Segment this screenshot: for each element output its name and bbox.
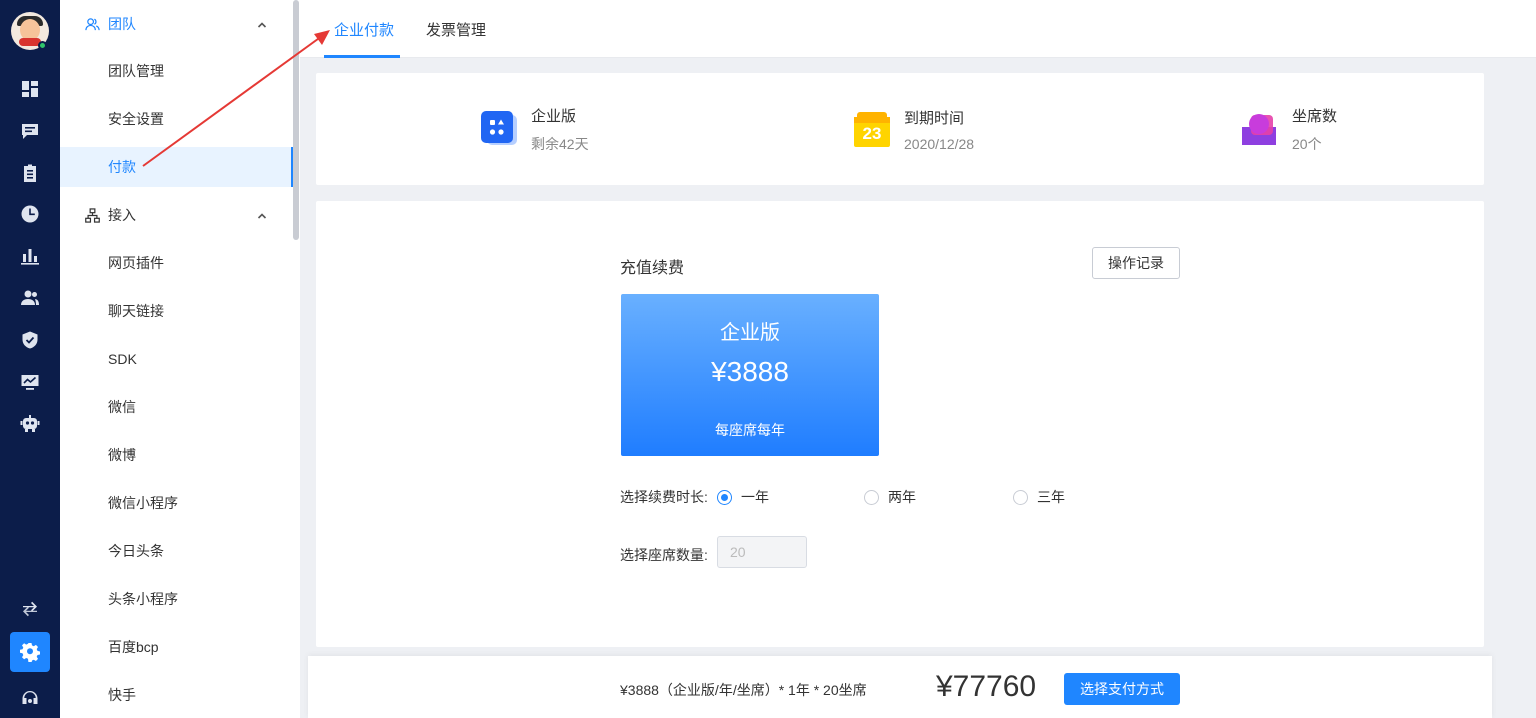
online-status-dot xyxy=(38,41,47,50)
seat-icon xyxy=(1242,111,1278,147)
settings-menu: 团队 团队管理 安全设置 付款 接入 网页插件 聊天链接 SDK 微信 微博 微… xyxy=(60,0,300,718)
duration-label: 选择续费时长: xyxy=(620,489,708,505)
duration-radio-two-years[interactable]: 两年 xyxy=(864,487,916,507)
settings-icon[interactable] xyxy=(19,641,41,663)
stat-edition-remaining: 剩余42天 xyxy=(531,135,589,152)
monitor-icon[interactable] xyxy=(19,371,41,393)
menu-group-team-label: 团队 xyxy=(108,16,136,32)
stat-seats-count: 20个 xyxy=(1292,135,1322,152)
headset-icon[interactable] xyxy=(19,688,41,710)
plan-price: ¥3888 xyxy=(711,356,789,387)
duration-option-label: 三年 xyxy=(1037,489,1065,505)
menu-group-team[interactable]: 团队 xyxy=(60,0,293,48)
operation-history-button[interactable]: 操作记录 xyxy=(1092,247,1180,279)
stat-edition: 企业版 剩余42天 xyxy=(481,73,589,185)
network-icon xyxy=(84,207,100,223)
top-tab-bar: 企业付款 发票管理 xyxy=(300,0,1536,58)
icon-rail xyxy=(0,0,60,718)
clipboard-icon[interactable] xyxy=(19,162,41,184)
menu-item-kuaishou[interactable]: 快手 xyxy=(60,675,293,715)
recharge-panel: 充值续费 操作记录 企业版 ¥3888 每座席每年 选择续费时长: 一年 两年 … xyxy=(316,201,1484,647)
payment-footer: ¥3888（企业版/年/坐席）* 1年 * 20坐席 ¥77760 选择支付方式 xyxy=(308,656,1492,718)
menu-item-wechat[interactable]: 微信 xyxy=(60,387,293,427)
menu-item-web-plugin[interactable]: 网页插件 xyxy=(60,243,293,283)
menu-group-access-label: 接入 xyxy=(108,207,136,223)
price-formula: ¥3888（企业版/年/坐席）* 1年 * 20坐席 xyxy=(620,682,867,698)
recharge-title: 充值续费 xyxy=(620,260,685,277)
chevron-up-icon xyxy=(257,17,269,29)
calendar-day: 23 xyxy=(862,124,882,143)
team-icon xyxy=(84,16,100,32)
chevron-up-icon xyxy=(257,208,269,220)
app-grid-icon xyxy=(481,111,517,147)
menu-scrollbar[interactable] xyxy=(293,0,299,240)
chat-icon[interactable] xyxy=(19,120,41,142)
shield-icon[interactable] xyxy=(19,329,41,351)
stat-seats-label: 坐席数 xyxy=(1292,107,1338,125)
radio-checked-icon xyxy=(717,489,732,505)
menu-group-access[interactable]: 接入 xyxy=(60,191,293,239)
menu-item-chat-link[interactable]: 聊天链接 xyxy=(60,291,293,331)
menu-item-baidu-bcp[interactable]: 百度bcp xyxy=(60,627,293,667)
duration-radio-three-years[interactable]: 三年 xyxy=(1013,487,1065,507)
active-tab-indicator xyxy=(324,55,400,58)
plan-name: 企业版 xyxy=(720,322,780,344)
users-icon[interactable] xyxy=(19,287,41,309)
tab-enterprise-payment[interactable]: 企业付款 xyxy=(334,0,394,58)
stat-edition-label: 企业版 xyxy=(531,107,577,125)
duration-radio-one-year[interactable]: 一年 xyxy=(717,487,769,507)
radio-unchecked-icon xyxy=(1013,489,1028,505)
choose-payment-method-button[interactable]: 选择支付方式 xyxy=(1064,673,1180,705)
bar-chart-icon[interactable] xyxy=(19,245,41,267)
menu-item-toutiao[interactable]: 今日头条 xyxy=(60,531,293,571)
menu-item-team-management[interactable]: 团队管理 xyxy=(60,51,293,91)
stat-expiry-label: 到期时间 xyxy=(904,109,965,127)
duration-option-label: 两年 xyxy=(888,489,916,505)
stat-expiry: 23 到期时间 2020/12/28 xyxy=(854,73,974,185)
stat-expiry-date: 2020/12/28 xyxy=(904,135,975,152)
menu-item-security-settings[interactable]: 安全设置 xyxy=(60,99,293,139)
switch-icon[interactable] xyxy=(19,598,41,620)
total-amount: ¥77760 xyxy=(936,670,1037,703)
tab-invoice-management[interactable]: 发票管理 xyxy=(426,0,486,58)
subscription-summary-card: 企业版 剩余42天 23 到期时间 2020/12/28 坐席数 20个 xyxy=(316,73,1484,185)
robot-icon[interactable] xyxy=(19,413,41,435)
dashboard-icon[interactable] xyxy=(19,78,41,100)
menu-item-toutiao-mini-program[interactable]: 头条小程序 xyxy=(60,579,293,619)
duration-option-label: 一年 xyxy=(741,489,769,505)
calendar-icon: 23 xyxy=(854,111,890,147)
plan-card-enterprise[interactable]: 企业版 ¥3888 每座席每年 xyxy=(621,294,879,456)
seat-count-input[interactable] xyxy=(717,536,807,568)
menu-item-weibo[interactable]: 微博 xyxy=(60,435,293,475)
plan-unit: 每座席每年 xyxy=(715,422,785,438)
menu-item-sdk[interactable]: SDK xyxy=(60,339,293,379)
stat-seats: 坐席数 20个 xyxy=(1242,73,1337,185)
clock-icon[interactable] xyxy=(19,203,41,225)
radio-unchecked-icon xyxy=(864,489,879,505)
menu-item-payment[interactable]: 付款 xyxy=(60,147,293,187)
menu-item-wechat-mini-program[interactable]: 微信小程序 xyxy=(60,483,293,523)
seat-count-label: 选择座席数量: xyxy=(620,547,708,563)
